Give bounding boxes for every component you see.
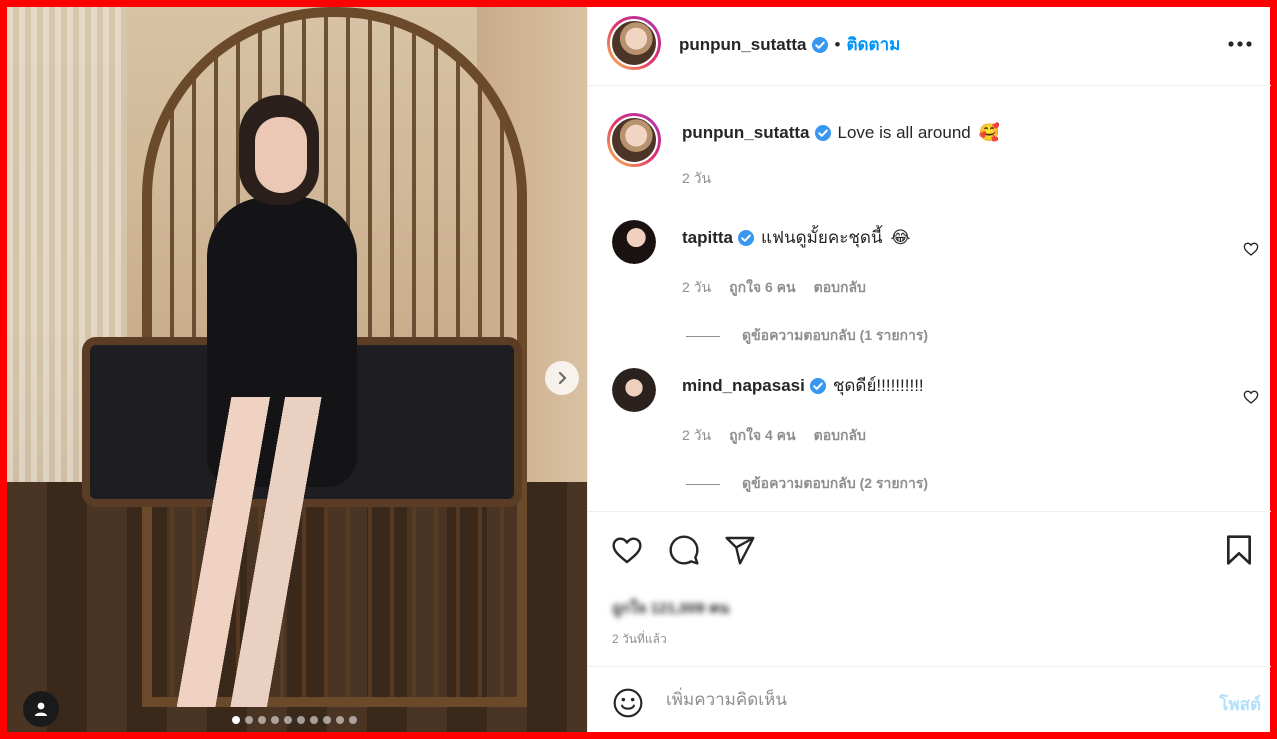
comment-bubble-icon[interactable] [668, 534, 700, 566]
post-timestamp[interactable]: 2 วันที่แล้ว [612, 630, 667, 649]
comment-reply-button[interactable]: ตอบกลับ [814, 425, 866, 447]
commenter-username[interactable]: mind_napasasi [682, 376, 805, 396]
post-comment-button[interactable]: โพสต์ [1219, 691, 1261, 718]
carousel-dot [349, 716, 357, 724]
caption-text: Love is all around [837, 123, 971, 142]
header-separator: • [834, 34, 841, 54]
carousel-dot [232, 716, 240, 724]
photo-person-legs [167, 397, 327, 707]
header-user-line: punpun_sutatta • ติดตาม [679, 31, 900, 58]
comment-item: tapitta แฟนดูมั้ยคะชุดนี้ 😂 2 วัน ถูกใจ … [588, 215, 1271, 355]
caption-avatar-image [610, 116, 658, 164]
comment-meta: 2 วัน ถูกใจ 6 คน ตอบกลับ [682, 277, 866, 299]
carousel-dot [284, 716, 292, 724]
follow-button[interactable]: ติดตาม [846, 31, 900, 58]
heart-icon[interactable] [610, 534, 644, 566]
carousel-dot [310, 716, 318, 724]
comment-like-heart-icon[interactable] [1243, 241, 1259, 257]
caption-age[interactable]: 2 วัน [682, 168, 711, 190]
bookmark-icon[interactable] [1225, 534, 1253, 566]
comments-list: punpun_sutatta Love is all around 🥰 2 วั… [588, 87, 1271, 511]
caption-row: punpun_sutatta Love is all around 🥰 2 วั… [588, 87, 1271, 197]
commenter-avatar-image [612, 368, 656, 412]
author-avatar-image [610, 19, 658, 67]
caption-meta: 2 วัน [682, 168, 711, 190]
post-photo[interactable] [7, 7, 587, 732]
likes-count[interactable]: ถูกใจ 121,009 คน [612, 596, 729, 620]
more-options-icon[interactable] [1227, 34, 1253, 54]
caption-username[interactable]: punpun_sutatta [682, 123, 810, 143]
post-header: punpun_sutatta • ติดตาม [588, 7, 1271, 86]
photo-person-face [255, 117, 307, 193]
post-detail-panel: punpun_sutatta • ติดตาม punpun_sutatta L… [587, 7, 1271, 732]
commenter-avatar[interactable] [612, 368, 656, 412]
emoji-smile-icon[interactable] [612, 687, 644, 719]
chevron-right-icon [558, 371, 567, 385]
comment-emoji: 😂 [890, 227, 911, 247]
carousel-dot [245, 716, 253, 724]
comment-composer: โพสต์ [588, 666, 1271, 732]
commenter-avatar-image [612, 220, 656, 264]
comment-text: แฟนดูมั้ยคะชุดนี้ [761, 228, 883, 247]
carousel-dot [271, 716, 279, 724]
comment-input[interactable] [666, 685, 1186, 715]
carousel-dot [258, 716, 266, 724]
view-replies-line [686, 483, 720, 485]
user-tags-button[interactable] [23, 691, 59, 727]
caption-emoji: 🥰 [978, 123, 1000, 142]
comment-text-line: tapitta แฟนดูมั้ยคะชุดนี้ 😂 [682, 224, 910, 251]
user-tag-icon [35, 702, 47, 716]
verified-badge-icon [809, 377, 826, 394]
view-replies-label: ดูข้อความตอบกลับ (2 รายการ) [742, 475, 929, 491]
comment-age[interactable]: 2 วัน [682, 277, 711, 299]
comment-likes-count[interactable]: ถูกใจ 6 คน [729, 277, 796, 299]
caption-text-line: punpun_sutatta Love is all around 🥰 [682, 123, 1000, 143]
paper-plane-icon[interactable] [724, 534, 756, 566]
comment-like-heart-icon[interactable] [1243, 389, 1259, 405]
caption-avatar[interactable] [607, 113, 661, 167]
carousel-next-button[interactable] [545, 361, 579, 395]
comment-meta: 2 วัน ถูกใจ 4 คน ตอบกลับ [682, 425, 866, 447]
author-avatar[interactable] [607, 16, 661, 70]
carousel-dot [297, 716, 305, 724]
carousel-indicator [232, 716, 357, 724]
commenter-avatar[interactable] [612, 220, 656, 264]
carousel-dot [323, 716, 331, 724]
carousel-dot [336, 716, 344, 724]
verified-badge-icon [814, 125, 831, 141]
commenter-username[interactable]: tapitta [682, 228, 733, 248]
comment-text: ชุดดีย์!!!!!!!!!! [832, 376, 924, 395]
comment-likes-count[interactable]: ถูกใจ 4 คน [729, 425, 796, 447]
verified-badge-icon [811, 36, 828, 53]
view-replies-label: ดูข้อความตอบกลับ (1 รายการ) [742, 327, 929, 343]
comment-age[interactable]: 2 วัน [682, 425, 711, 447]
comment-text-line: mind_napasasi ชุดดีย์!!!!!!!!!! [682, 372, 924, 399]
view-replies-button[interactable]: ดูข้อความตอบกลับ (2 รายการ) [686, 473, 928, 495]
verified-badge-icon [738, 229, 754, 246]
comment-item: mind_napasasi ชุดดีย์!!!!!!!!!! 2 วัน ถู… [588, 363, 1271, 503]
view-replies-button[interactable]: ดูข้อความตอบกลับ (1 รายการ) [686, 325, 928, 347]
post-actions: ถูกใจ 121,009 คน 2 วันที่แล้ว [588, 511, 1271, 666]
comment-reply-button[interactable]: ตอบกลับ [814, 277, 866, 299]
author-username[interactable]: punpun_sutatta [679, 35, 807, 55]
view-replies-line [686, 335, 720, 337]
